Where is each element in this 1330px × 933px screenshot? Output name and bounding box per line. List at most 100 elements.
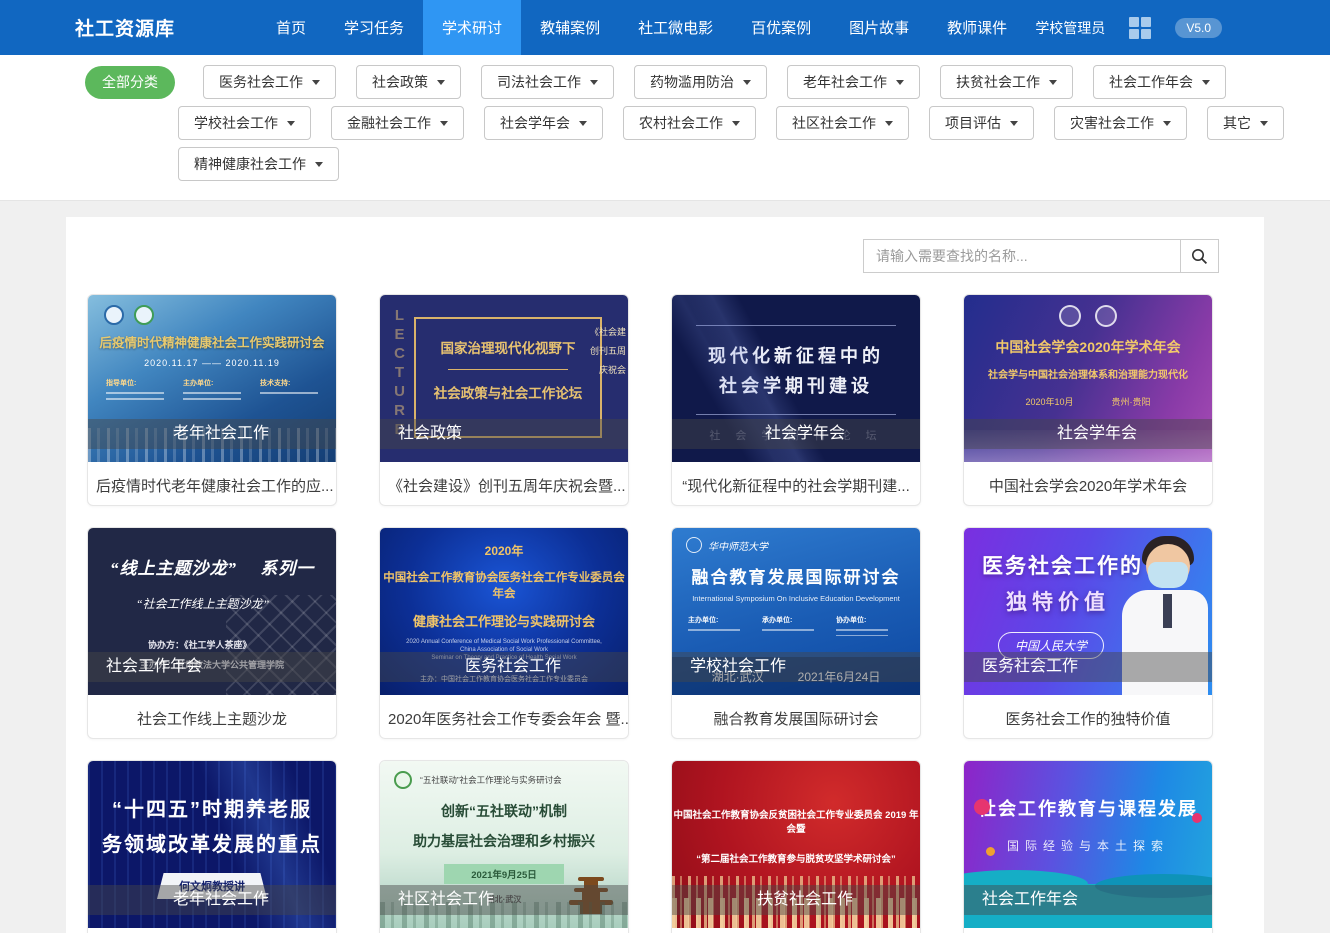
- poster-date-row: 2020年10月 贵州·贵阳: [964, 395, 1212, 408]
- search-input[interactable]: [863, 239, 1181, 273]
- card-title: 医务社会工作的独特价值: [964, 695, 1212, 738]
- search-row: [87, 239, 1219, 273]
- all-categories-button[interactable]: 全部分类: [85, 66, 175, 99]
- user-role-label[interactable]: 学校管理员: [1035, 18, 1105, 38]
- organizer-col: 主办单位:: [688, 615, 740, 636]
- resource-card[interactable]: 2020年 中国社会工作教育协会医务社会工作专业委员会年会 健康社会工作理论与实…: [379, 527, 629, 739]
- card-title: 第二届社会工作教育参与脱贫攻坚...: [672, 928, 920, 933]
- poster-title: 中国社会工作教育协会医务社会工作专业委员会年会: [380, 569, 628, 601]
- poster-title: 社会学期刊建设: [672, 372, 920, 398]
- chevron-down-icon: [732, 121, 740, 126]
- chevron-down-icon: [315, 162, 323, 167]
- organizer-label: 技术支持:: [260, 378, 318, 388]
- decor: [836, 629, 888, 631]
- filter-social-policy[interactable]: 社会政策: [356, 65, 461, 99]
- decor: [1192, 813, 1202, 823]
- poster-organizers: 主办单位: 承办单位: 协办单位:: [672, 603, 920, 636]
- nav-item-micro-films[interactable]: 社工微电影: [619, 0, 732, 55]
- resource-card[interactable]: 中国社会工作教育协会反贫困社会工作专业委员会 2019 年会暨 “第二届社会工作…: [671, 760, 921, 933]
- resource-card[interactable]: 中国社会学会2020年学术年会 社会学与中国社会治理体系和治理能力现代化 202…: [963, 294, 1213, 506]
- chevron-down-icon: [1202, 80, 1210, 85]
- filter-label: 老年社会工作: [803, 72, 887, 92]
- nav-item-teacher-courseware[interactable]: 教师课件: [928, 0, 1026, 55]
- card-title: “五社联动”社会工作理论与实务研...: [380, 928, 628, 933]
- poster-logos: [88, 295, 336, 325]
- category-tag: 学校社会工作: [672, 652, 920, 682]
- logo-icon: [394, 771, 412, 789]
- main-content-panel: 后疫情时代精神健康社会工作实践研讨会 2020.11.17 —— 2020.11…: [66, 217, 1264, 933]
- decor: [448, 369, 568, 370]
- search-button[interactable]: [1180, 239, 1219, 273]
- decor: [696, 414, 896, 415]
- tag-label: 社会工作年会: [982, 891, 1078, 908]
- card-thumbnail: LECTURE 国家治理现代化视野下 社会政策与社会工作论坛 《社会建 创刊五周…: [380, 295, 628, 462]
- poster-subtitle: 社会政策与社会工作论坛: [416, 382, 600, 402]
- resource-card[interactable]: 医务社会工作的 独特价值 中国人民大学 医务社会工作 医务社会工作的独特价值: [963, 527, 1213, 739]
- filter-poverty-social-work[interactable]: 扶贫社会工作: [940, 65, 1073, 99]
- grid-square: [1129, 29, 1139, 39]
- organizer-label: 主办单位:: [183, 378, 241, 388]
- card-title: 社会工作线上主题沙龙: [88, 695, 336, 738]
- filter-rural-social-work[interactable]: 农村社会工作: [623, 106, 756, 140]
- filter-label: 项目评估: [945, 113, 1001, 133]
- nav-item-picture-stories[interactable]: 图片故事: [830, 0, 928, 55]
- resource-card[interactable]: LECTURE 国家治理现代化视野下 社会政策与社会工作论坛 《社会建 创刊五周…: [379, 294, 629, 506]
- card-title: 何文炯教授讲座：“十四五”时期养...: [88, 928, 336, 933]
- poster-header-text: “五社联动”社会工作理论与实务研讨会: [420, 774, 562, 786]
- filter-medical-social-work[interactable]: 医务社会工作: [203, 65, 336, 99]
- filter-label: 司法社会工作: [497, 72, 581, 92]
- decor: [986, 847, 995, 856]
- resource-card[interactable]: 现代化新征程中的 社会学期刊建设 社 会 学 期 刊 论 坛 社会学年会 “现代…: [671, 294, 921, 506]
- decor: [762, 629, 814, 631]
- decor: [106, 398, 164, 400]
- filter-mental-health-social-work[interactable]: 精神健康社会工作: [178, 147, 339, 181]
- resource-card[interactable]: 社会工作教育与课程发展 国际经验与本土探索 社会工作年会 社会工作教育与课程发展…: [963, 760, 1213, 933]
- chevron-down-icon: [437, 80, 445, 85]
- poster-organizers: 指导单位: 主办单位: 技术支持:: [88, 368, 336, 400]
- resource-card[interactable]: “线上主题沙龙” 系列一 “社会工作线上主题沙龙” 协办方：《社工学人茶座》 主…: [87, 527, 337, 739]
- filter-other[interactable]: 其它: [1207, 106, 1284, 140]
- poster-date: 2021年9月25日: [444, 864, 564, 884]
- filter-social-work-annual[interactable]: 社会工作年会: [1093, 65, 1226, 99]
- filter-sociology-annual[interactable]: 社会学年会: [484, 106, 603, 140]
- poster-date: 2020.11.17 —— 2020.11.19: [88, 358, 336, 368]
- card-title: 社会工作教育与课程发展：国际经...: [964, 928, 1212, 933]
- resource-card[interactable]: “五社联动”社会工作理论与实务研讨会 创新“五社联动”机制 助力基层社会治理和乡…: [379, 760, 629, 933]
- cards-grid: 后疫情时代精神健康社会工作实践研讨会 2020.11.17 —— 2020.11…: [87, 294, 1243, 933]
- tag-label: 社会工作年会: [106, 658, 202, 675]
- nav-item-learning-tasks[interactable]: 学习任务: [325, 0, 423, 55]
- organizer-col: 协办单位:: [836, 615, 888, 636]
- poster-title: “第二届社会工作教育参与脱贫攻坚学术研讨会”: [672, 851, 920, 865]
- filter-disaster-social-work[interactable]: 灾害社会工作: [1054, 106, 1187, 140]
- nav-item-top100-cases[interactable]: 百优案例: [732, 0, 830, 55]
- filter-drug-abuse-prevention[interactable]: 药物滥用防治: [634, 65, 767, 99]
- decor: [183, 392, 241, 394]
- apps-grid-icon[interactable]: [1129, 17, 1151, 39]
- filter-elderly-social-work[interactable]: 老年社会工作: [787, 65, 920, 99]
- filter-label: 精神健康社会工作: [194, 154, 306, 174]
- filter-project-evaluation[interactable]: 项目评估: [929, 106, 1034, 140]
- card-thumbnail: 后疫情时代精神健康社会工作实践研讨会 2020.11.17 —— 2020.11…: [88, 295, 336, 462]
- nav-item-home[interactable]: 首页: [257, 0, 325, 55]
- category-tag: 社会学年会: [964, 419, 1212, 449]
- category-tag: 医务社会工作: [964, 652, 1212, 682]
- filter-financial-social-work[interactable]: 金融社会工作: [331, 106, 464, 140]
- filter-judicial-social-work[interactable]: 司法社会工作: [481, 65, 614, 99]
- filter-school-social-work[interactable]: 学校社会工作: [178, 106, 311, 140]
- category-filter-section: 全部分类 医务社会工作 社会政策 司法社会工作 药物滥用防治 老年社会工作 扶贫…: [0, 55, 1330, 201]
- poster-title: 融合教育发展国际研讨会: [672, 563, 920, 588]
- category-tag: 老年社会工作: [88, 885, 336, 915]
- nav-menu: 首页 学习任务 学术研讨 教辅案例 社工微电影 百优案例 图片故事 教师课件: [257, 0, 1026, 55]
- resource-card[interactable]: “十四五”时期养老服 务领域改革发展的重点 何文炯教授讲 老年社会工作 何文炯教…: [87, 760, 337, 933]
- tag-label: 社会政策: [398, 425, 462, 442]
- nav-item-teaching-cases[interactable]: 教辅案例: [521, 0, 619, 55]
- nav-item-academic-seminar[interactable]: 学术研讨: [423, 0, 521, 55]
- filter-community-social-work[interactable]: 社区社会工作: [776, 106, 909, 140]
- poster-title: 创新“五社联动”机制: [380, 801, 628, 821]
- poster-subtitle: 社会学与中国社会治理体系和治理能力现代化: [964, 366, 1212, 381]
- card-thumbnail: 华中师范大学 融合教育发展国际研讨会 International Symposi…: [672, 528, 920, 695]
- logo-icon: [686, 537, 702, 553]
- resource-card[interactable]: 华中师范大学 融合教育发展国际研讨会 International Symposi…: [671, 527, 921, 739]
- resource-card[interactable]: 后疫情时代精神健康社会工作实践研讨会 2020.11.17 —— 2020.11…: [87, 294, 337, 506]
- logo-icon: [1059, 305, 1081, 327]
